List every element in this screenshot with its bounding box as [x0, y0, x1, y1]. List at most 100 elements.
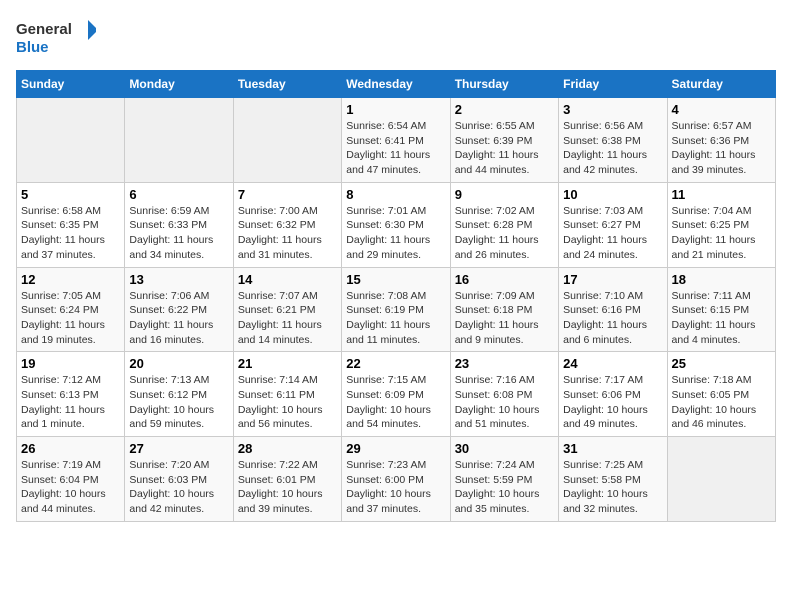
day-info: Sunrise: 7:25 AM Sunset: 5:58 PM Dayligh… [563, 458, 662, 517]
page-header: General Blue [16, 16, 776, 60]
day-info: Sunrise: 7:07 AM Sunset: 6:21 PM Dayligh… [238, 289, 337, 348]
day-number: 1 [346, 102, 445, 117]
weekday-header-monday: Monday [125, 71, 233, 98]
calendar-cell: 31 Sunrise: 7:25 AM Sunset: 5:58 PM Dayli… [559, 437, 667, 522]
day-number: 14 [238, 272, 337, 287]
day-number: 17 [563, 272, 662, 287]
calendar-cell: 30 Sunrise: 7:24 AM Sunset: 5:59 PM Dayli… [450, 437, 558, 522]
day-number: 10 [563, 187, 662, 202]
day-info: Sunrise: 7:01 AM Sunset: 6:30 PM Dayligh… [346, 204, 445, 263]
day-info: Sunrise: 7:23 AM Sunset: 6:00 PM Dayligh… [346, 458, 445, 517]
calendar-cell: 14 Sunrise: 7:07 AM Sunset: 6:21 PM Dayli… [233, 267, 341, 352]
day-number: 15 [346, 272, 445, 287]
calendar-cell: 26Sunrise: 7:19 AM Sunset: 6:04 PM Dayli… [17, 437, 125, 522]
day-info: Sunrise: 7:13 AM Sunset: 6:12 PM Dayligh… [129, 373, 228, 432]
calendar-cell: 2Sunrise: 6:55 AM Sunset: 6:39 PM Daylig… [450, 98, 558, 183]
day-info: Sunrise: 7:17 AM Sunset: 6:06 PM Dayligh… [563, 373, 662, 432]
weekday-header-thursday: Thursday [450, 71, 558, 98]
calendar-week-1: 1Sunrise: 6:54 AM Sunset: 6:41 PM Daylig… [17, 98, 776, 183]
calendar-cell: 15 Sunrise: 7:08 AM Sunset: 6:19 PM Dayli… [342, 267, 450, 352]
day-info: Sunrise: 7:11 AM Sunset: 6:15 PM Dayligh… [672, 289, 771, 348]
day-number: 2 [455, 102, 554, 117]
calendar-cell: 12 Sunrise: 7:05 AM Sunset: 6:24 PM Dayli… [17, 267, 125, 352]
day-number: 7 [238, 187, 337, 202]
day-number: 13 [129, 272, 228, 287]
day-info: Sunrise: 7:09 AM Sunset: 6:18 PM Dayligh… [455, 289, 554, 348]
day-info: Sunrise: 7:18 AM Sunset: 6:05 PM Dayligh… [672, 373, 771, 432]
day-number: 18 [672, 272, 771, 287]
day-number: 21 [238, 356, 337, 371]
day-info: Sunrise: 7:02 AM Sunset: 6:28 PM Dayligh… [455, 204, 554, 263]
calendar-cell [125, 98, 233, 183]
calendar-cell: 5 Sunrise: 6:58 AM Sunset: 6:35 PM Daylig… [17, 182, 125, 267]
logo: General Blue [16, 16, 96, 60]
day-number: 24 [563, 356, 662, 371]
calendar-cell: 9 Sunrise: 7:02 AM Sunset: 6:28 PM Daylig… [450, 182, 558, 267]
day-number: 28 [238, 441, 337, 456]
calendar-cell: 4 Sunrise: 6:57 AM Sunset: 6:36 PM Daylig… [667, 98, 775, 183]
day-number: 11 [672, 187, 771, 202]
calendar-cell: 24 Sunrise: 7:17 AM Sunset: 6:06 PM Dayli… [559, 352, 667, 437]
day-info: Sunrise: 6:57 AM Sunset: 6:36 PM Dayligh… [672, 119, 771, 178]
day-number: 31 [563, 441, 662, 456]
day-number: 25 [672, 356, 771, 371]
day-number: 3 [563, 102, 662, 117]
day-info: Sunrise: 7:16 AM Sunset: 6:08 PM Dayligh… [455, 373, 554, 432]
calendar-cell: 29Sunrise: 7:23 AM Sunset: 6:00 PM Dayli… [342, 437, 450, 522]
day-info: Sunrise: 7:14 AM Sunset: 6:11 PM Dayligh… [238, 373, 337, 432]
calendar-cell: 7 Sunrise: 7:00 AM Sunset: 6:32 PM Daylig… [233, 182, 341, 267]
calendar-cell: 6Sunrise: 6:59 AM Sunset: 6:33 PM Daylig… [125, 182, 233, 267]
day-number: 8 [346, 187, 445, 202]
day-number: 5 [21, 187, 120, 202]
day-info: Sunrise: 7:22 AM Sunset: 6:01 PM Dayligh… [238, 458, 337, 517]
logo-svg: General Blue [16, 16, 96, 60]
day-info: Sunrise: 7:20 AM Sunset: 6:03 PM Dayligh… [129, 458, 228, 517]
svg-text:Blue: Blue [16, 39, 49, 56]
day-number: 27 [129, 441, 228, 456]
day-number: 30 [455, 441, 554, 456]
day-number: 9 [455, 187, 554, 202]
calendar-cell: 13 Sunrise: 7:06 AM Sunset: 6:22 PM Dayli… [125, 267, 233, 352]
day-info: Sunrise: 7:12 AM Sunset: 6:13 PM Dayligh… [21, 373, 120, 432]
calendar-cell: 8 Sunrise: 7:01 AM Sunset: 6:30 PM Daylig… [342, 182, 450, 267]
calendar-cell [17, 98, 125, 183]
day-info: Sunrise: 7:10 AM Sunset: 6:16 PM Dayligh… [563, 289, 662, 348]
day-info: Sunrise: 7:00 AM Sunset: 6:32 PM Dayligh… [238, 204, 337, 263]
day-number: 23 [455, 356, 554, 371]
weekday-header-sunday: Sunday [17, 71, 125, 98]
day-number: 16 [455, 272, 554, 287]
day-info: Sunrise: 6:56 AM Sunset: 6:38 PM Dayligh… [563, 119, 662, 178]
weekday-header-friday: Friday [559, 71, 667, 98]
day-info: Sunrise: 7:04 AM Sunset: 6:25 PM Dayligh… [672, 204, 771, 263]
day-info: Sunrise: 7:06 AM Sunset: 6:22 PM Dayligh… [129, 289, 228, 348]
svg-text:General: General [16, 21, 72, 38]
calendar-cell: 19 Sunrise: 7:12 AM Sunset: 6:13 PM Dayli… [17, 352, 125, 437]
day-number: 6 [129, 187, 228, 202]
calendar-table: SundayMondayTuesdayWednesdayThursdayFrid… [16, 70, 776, 522]
calendar-cell: 27 Sunrise: 7:20 AM Sunset: 6:03 PM Dayli… [125, 437, 233, 522]
day-number: 4 [672, 102, 771, 117]
calendar-cell: 18 Sunrise: 7:11 AM Sunset: 6:15 PM Dayli… [667, 267, 775, 352]
calendar-cell: 3 Sunrise: 6:56 AM Sunset: 6:38 PM Daylig… [559, 98, 667, 183]
weekday-header-saturday: Saturday [667, 71, 775, 98]
weekday-header-row: SundayMondayTuesdayWednesdayThursdayFrid… [17, 71, 776, 98]
calendar-week-5: 26Sunrise: 7:19 AM Sunset: 6:04 PM Dayli… [17, 437, 776, 522]
day-info: Sunrise: 6:58 AM Sunset: 6:35 PM Dayligh… [21, 204, 120, 263]
day-info: Sunrise: 7:24 AM Sunset: 5:59 PM Dayligh… [455, 458, 554, 517]
calendar-cell: 17 Sunrise: 7:10 AM Sunset: 6:16 PM Dayli… [559, 267, 667, 352]
day-info: Sunrise: 7:03 AM Sunset: 6:27 PM Dayligh… [563, 204, 662, 263]
day-info: Sunrise: 7:08 AM Sunset: 6:19 PM Dayligh… [346, 289, 445, 348]
calendar-cell: 16 Sunrise: 7:09 AM Sunset: 6:18 PM Dayli… [450, 267, 558, 352]
calendar-week-4: 19 Sunrise: 7:12 AM Sunset: 6:13 PM Dayli… [17, 352, 776, 437]
calendar-cell [667, 437, 775, 522]
calendar-week-2: 5 Sunrise: 6:58 AM Sunset: 6:35 PM Daylig… [17, 182, 776, 267]
weekday-header-wednesday: Wednesday [342, 71, 450, 98]
day-info: Sunrise: 7:05 AM Sunset: 6:24 PM Dayligh… [21, 289, 120, 348]
day-number: 19 [21, 356, 120, 371]
calendar-cell: 23 Sunrise: 7:16 AM Sunset: 6:08 PM Dayli… [450, 352, 558, 437]
day-number: 12 [21, 272, 120, 287]
calendar-week-3: 12 Sunrise: 7:05 AM Sunset: 6:24 PM Dayli… [17, 267, 776, 352]
day-number: 26 [21, 441, 120, 456]
calendar-cell: 21 Sunrise: 7:14 AM Sunset: 6:11 PM Dayli… [233, 352, 341, 437]
calendar-cell: 10 Sunrise: 7:03 AM Sunset: 6:27 PM Dayli… [559, 182, 667, 267]
